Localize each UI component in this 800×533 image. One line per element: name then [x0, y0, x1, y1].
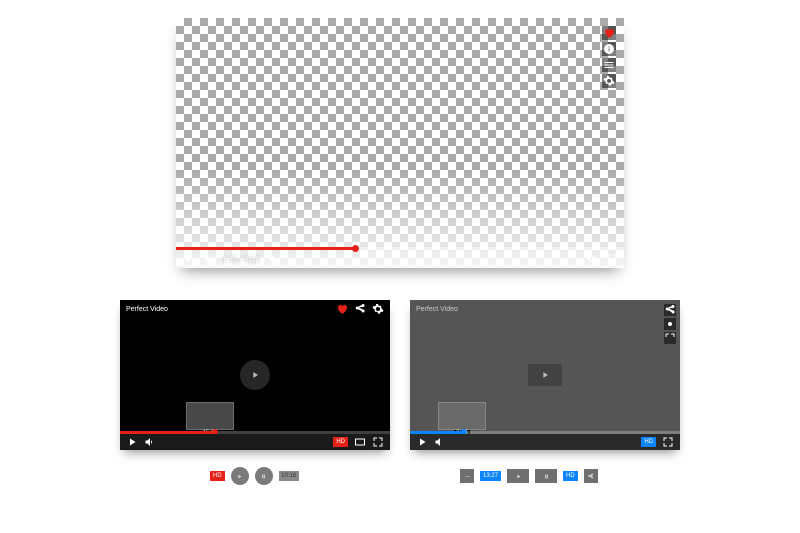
- video-player-gray: Perfect Video 3:14 HD: [410, 300, 680, 450]
- video-title: Perfect Video: [416, 306, 458, 313]
- time-chip: 10:16: [279, 471, 299, 481]
- title-bar: Perfect Video: [120, 300, 390, 318]
- big-play-button[interactable]: [528, 364, 562, 386]
- info-button[interactable]: [602, 42, 616, 56]
- pause-icon: [260, 473, 267, 480]
- play-icon: [250, 370, 260, 380]
- share-icon[interactable]: [354, 303, 366, 315]
- seek-preview: 3:14: [438, 402, 486, 430]
- heart-icon[interactable]: [336, 303, 348, 315]
- list-icon: [603, 59, 615, 71]
- hd-badge[interactable]: HD: [333, 437, 348, 447]
- control-bar: 1:35 / 8:12: [176, 250, 624, 268]
- play-button[interactable]: [416, 436, 428, 448]
- collapse-icon: [464, 473, 471, 480]
- volume-button[interactable]: [434, 436, 446, 448]
- share-button[interactable]: [584, 469, 598, 483]
- like-button[interactable]: [602, 26, 616, 40]
- standalone-buttons-red: HD 10:16: [210, 468, 299, 484]
- share-icon: [664, 304, 676, 316]
- play-button[interactable]: [507, 469, 529, 483]
- pause-button[interactable]: [255, 467, 273, 485]
- gear-icon[interactable]: [372, 303, 384, 315]
- play-button[interactable]: [182, 253, 194, 265]
- control-bar: HD: [120, 434, 390, 450]
- title-actions: [336, 303, 384, 315]
- gear-icon: [664, 318, 676, 330]
- video-title: Perfect Video: [126, 306, 168, 313]
- play-button[interactable]: [231, 467, 249, 485]
- time-display: 1:35 / 8:12: [222, 255, 260, 264]
- volume-button[interactable]: [144, 436, 156, 448]
- video-player-dark: Perfect Video 15:14 HD: [120, 300, 390, 450]
- video-player-main: 1:35 / 8:12: [176, 18, 624, 268]
- gear-button[interactable]: [664, 318, 676, 330]
- fullscreen-button[interactable]: [606, 253, 618, 265]
- play-button[interactable]: [126, 436, 138, 448]
- seek-preview: 15:14: [186, 402, 234, 430]
- fullscreen-button[interactable]: [662, 436, 674, 448]
- next-button[interactable]: [202, 253, 214, 265]
- title-bar: Perfect Video: [410, 300, 680, 318]
- play-icon: [236, 473, 243, 480]
- big-play-button[interactable]: [240, 360, 270, 390]
- settings-button-overlay[interactable]: [602, 74, 616, 88]
- volume-button[interactable]: [268, 253, 280, 265]
- overlay-button-stack: [664, 304, 676, 344]
- info-icon: [603, 43, 615, 55]
- hd-badge[interactable]: HD: [641, 437, 656, 447]
- list-button[interactable]: [602, 58, 616, 72]
- time-badge: 13:27: [480, 471, 501, 481]
- overlay-button-stack: [602, 26, 616, 88]
- pause-icon: [543, 473, 550, 480]
- hd-badge[interactable]: HD: [563, 471, 578, 481]
- fullscreen-button[interactable]: [372, 436, 384, 448]
- hd-badge[interactable]: HD: [210, 471, 225, 481]
- share-icon: [587, 473, 594, 480]
- standalone-buttons-blue: 13:27 HD: [460, 468, 598, 484]
- expand-icon: [664, 332, 676, 344]
- heart-icon: [603, 27, 615, 39]
- gear-icon: [603, 75, 615, 87]
- play-icon: [515, 473, 522, 480]
- settings-button[interactable]: [586, 253, 598, 265]
- theater-button[interactable]: [354, 436, 366, 448]
- share-button[interactable]: [664, 304, 676, 316]
- play-icon: [540, 370, 550, 380]
- control-bar: HD: [410, 434, 680, 450]
- pause-button[interactable]: [535, 469, 557, 483]
- expand-button[interactable]: [664, 332, 676, 344]
- collapse-button[interactable]: [460, 469, 474, 483]
